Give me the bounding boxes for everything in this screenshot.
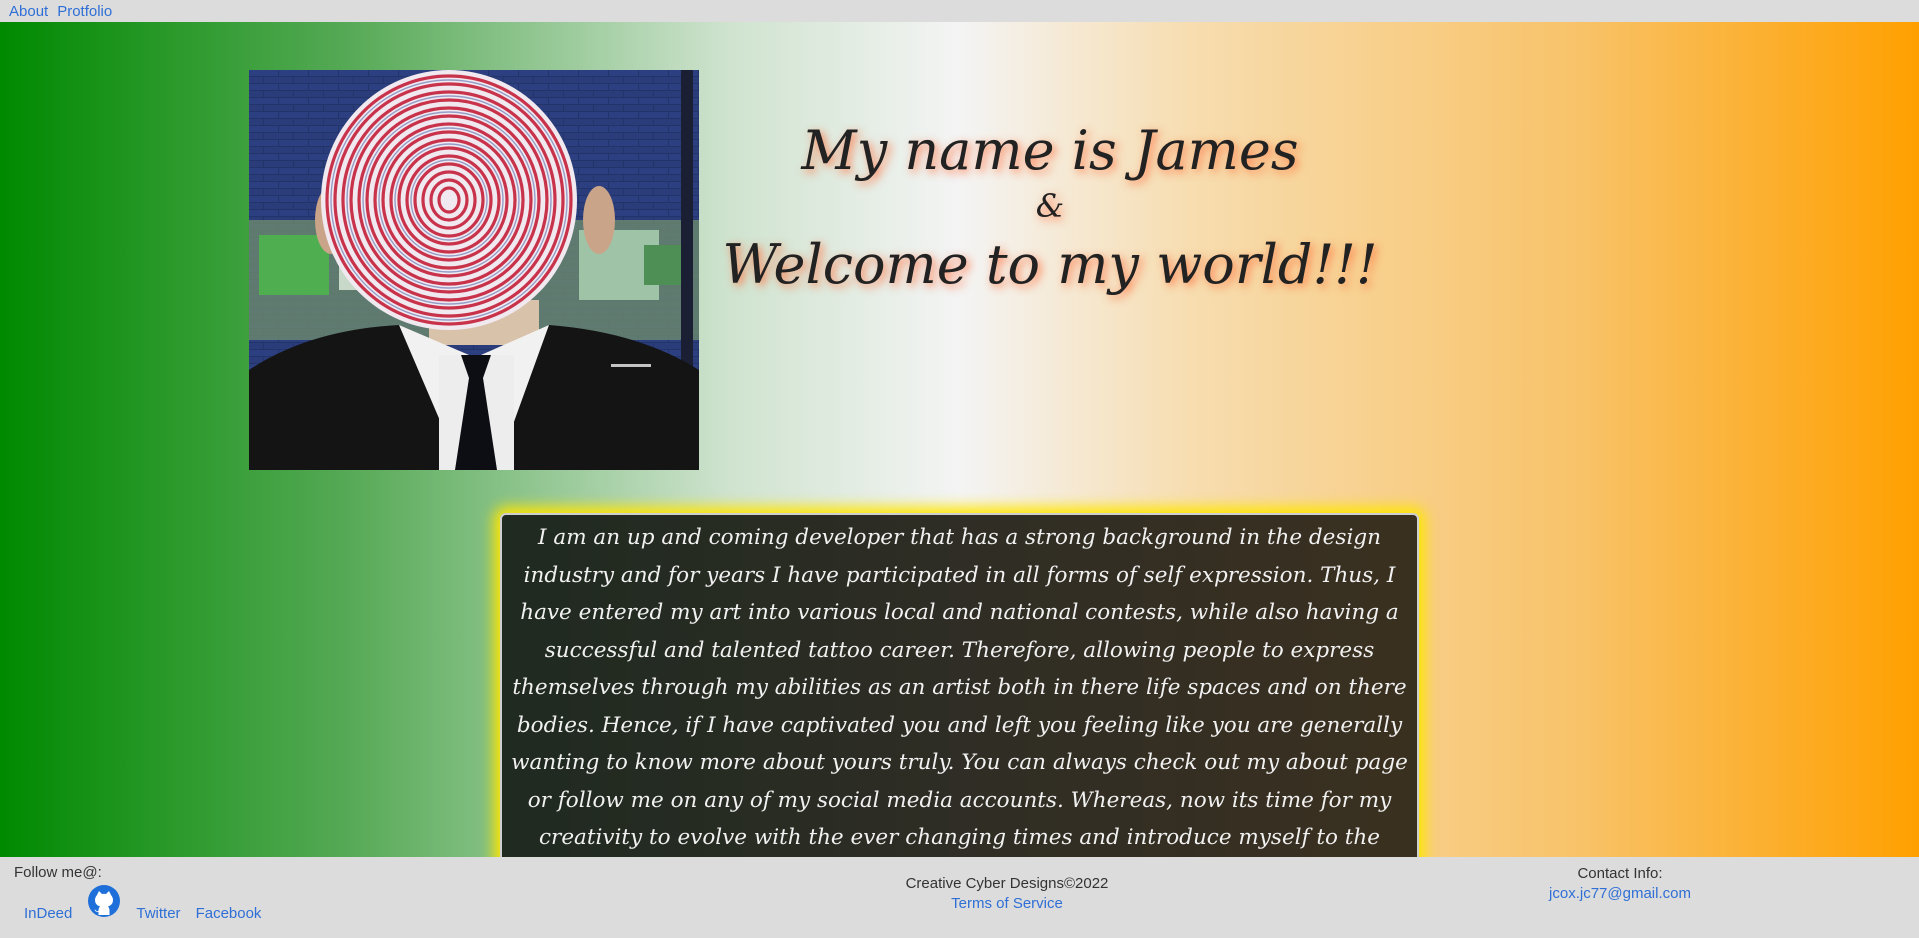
github-icon[interactable]: [87, 884, 121, 918]
facebook-link[interactable]: Facebook: [196, 904, 262, 924]
footer-center: Creative Cyber Designs©2022 Terms of Ser…: [800, 874, 1214, 914]
copyright-text: Creative Cyber Designs©2022: [905, 875, 1109, 892]
indeed-link[interactable]: InDeed: [24, 904, 72, 924]
contact-email-link[interactable]: jcox.jc77@gmail.com: [1549, 885, 1691, 902]
contact-info: Contact Info: jcox.jc77@gmail.com: [1520, 864, 1720, 904]
nav-about-link[interactable]: About: [9, 3, 48, 20]
contact-label: Contact Info:: [1577, 865, 1663, 882]
portrait-image: [249, 70, 699, 470]
page-footer: Follow me@: InDeed Twitter Facebook Crea…: [0, 857, 1919, 938]
follow-label: Follow me@:: [14, 864, 102, 881]
hero-headline: My name is James & Welcome to my world!!…: [720, 117, 1380, 303]
terms-link[interactable]: Terms of Service: [951, 895, 1063, 912]
nav-portfolio-link[interactable]: Protfolio: [57, 3, 112, 20]
hero-section: My name is James & Welcome to my world!!…: [0, 22, 1919, 869]
headline-welcome: Welcome to my world!!!: [722, 233, 1378, 296]
headline-name: My name is James: [801, 119, 1299, 182]
social-links: InDeed Twitter Facebook: [24, 884, 276, 924]
headline-ampersand: &: [1035, 187, 1065, 225]
twitter-link[interactable]: Twitter: [136, 904, 180, 924]
top-nav: About Protfolio: [0, 0, 1919, 22]
intro-text-box: I am an up and coming developer that has…: [500, 513, 1419, 869]
